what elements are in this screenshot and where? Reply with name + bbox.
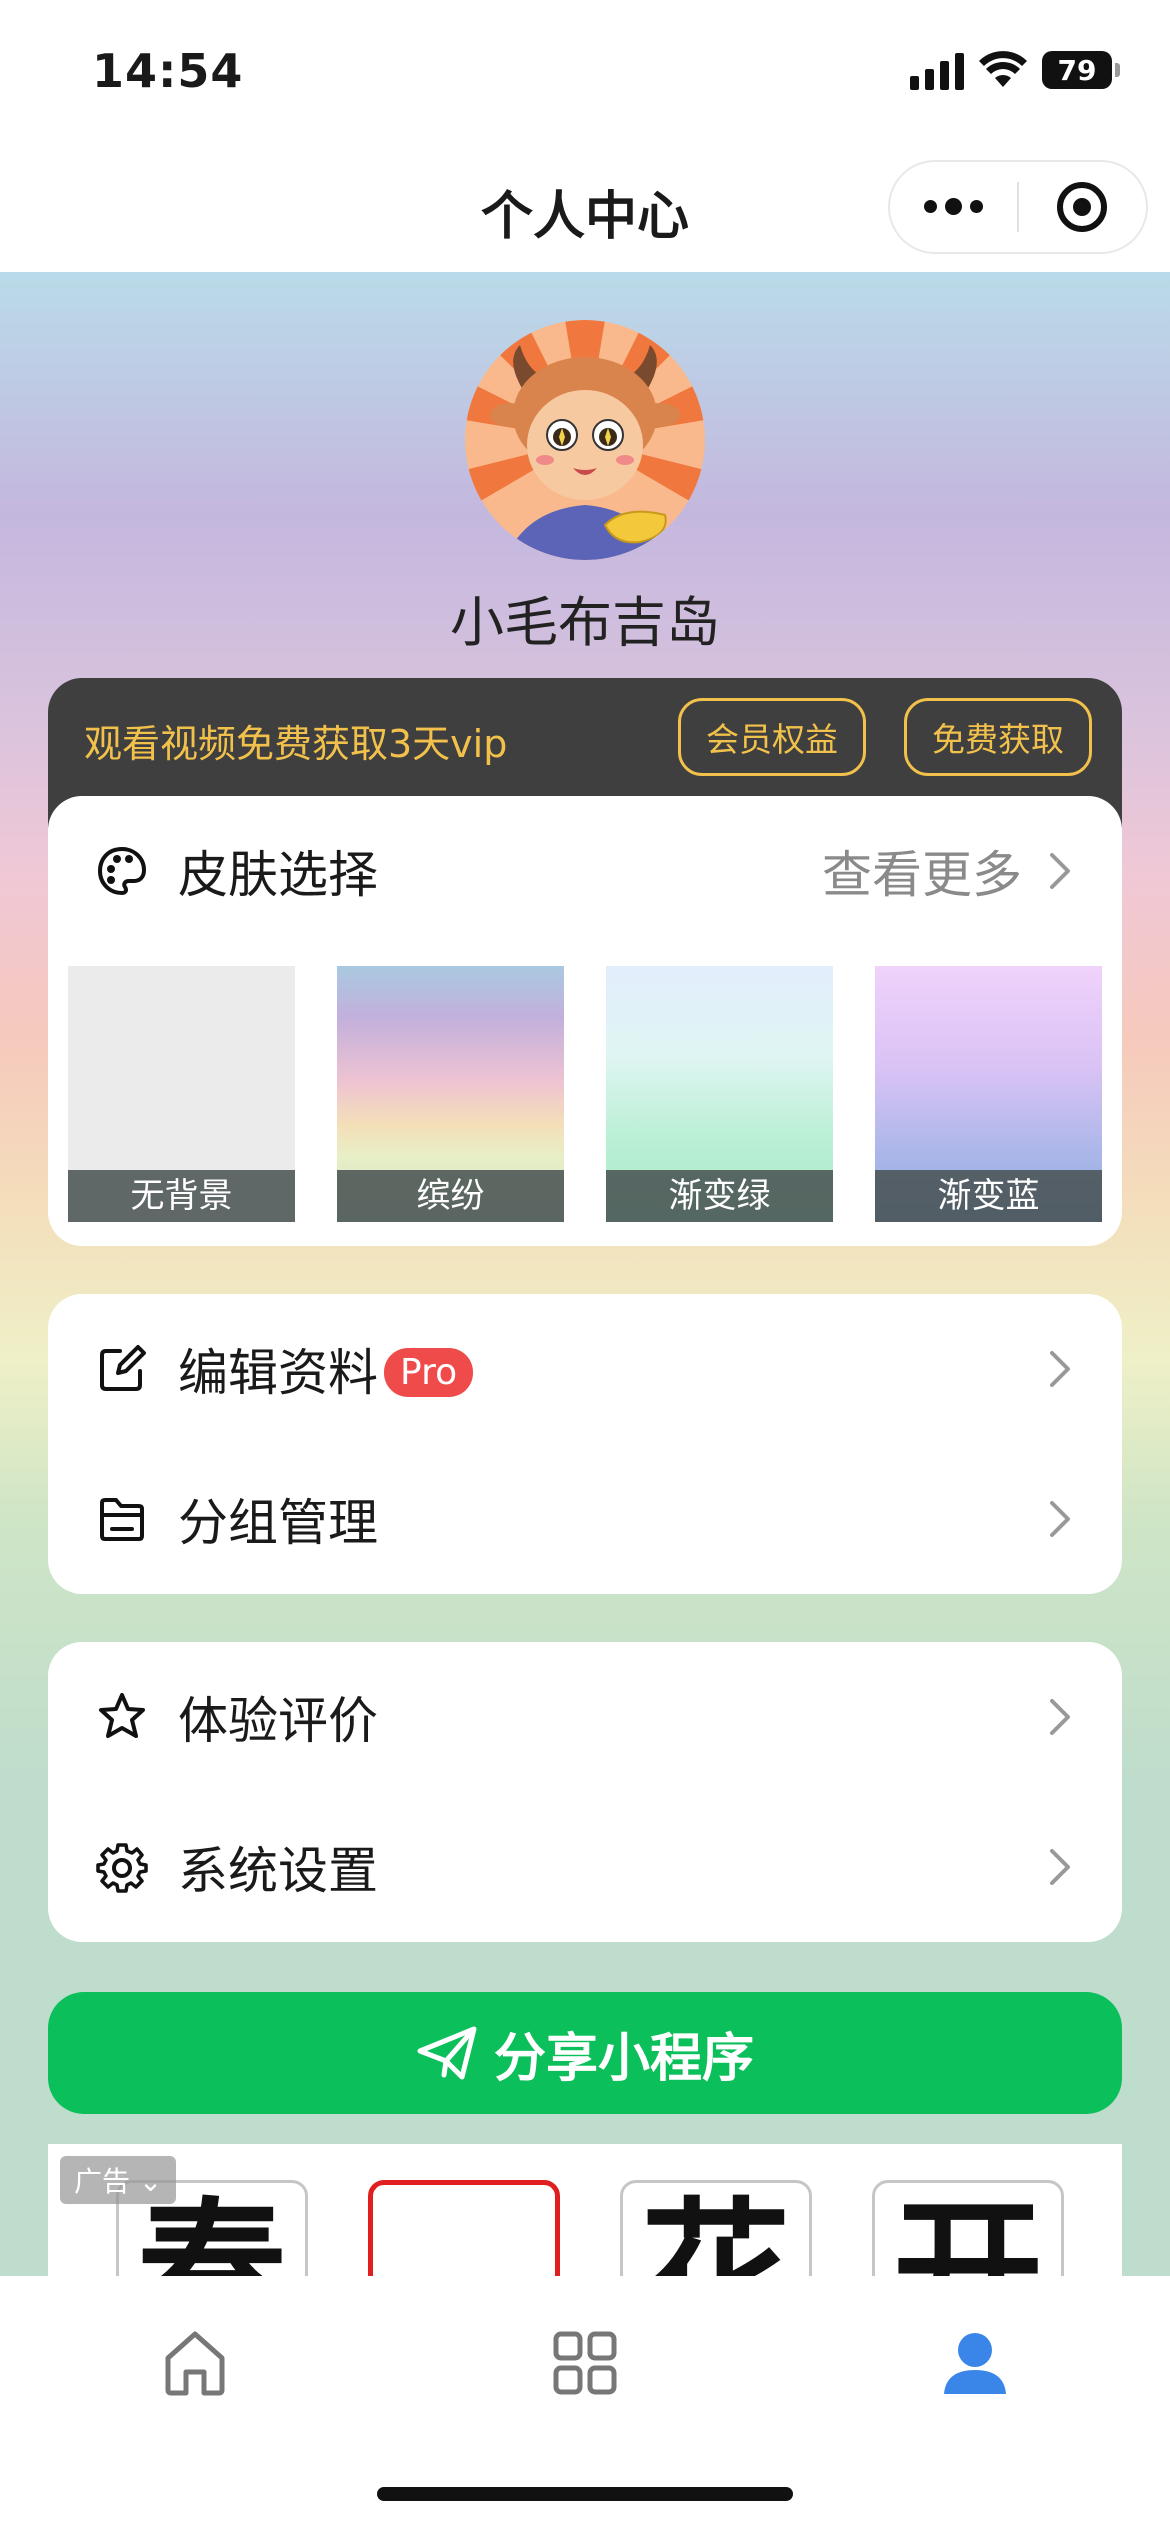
signal-icon: [910, 50, 964, 90]
skin-label: 无背景: [68, 1170, 295, 1222]
ad-tile-char: 开: [892, 2185, 1043, 2282]
status-time: 14:54: [92, 44, 244, 98]
miniprogram-capsule: [888, 160, 1148, 254]
battery-icon: 79: [1042, 51, 1120, 89]
chevron-right-icon: [1050, 853, 1070, 889]
menu-item-label: 编辑资料 Pro: [178, 1333, 474, 1405]
menu-item-label: 系统设置: [178, 1842, 378, 1900]
skin-option-gradient-blue[interactable]: 渐变蓝: [875, 966, 1102, 1222]
share-label: 分享小程序: [493, 2028, 754, 2089]
edit-profile-label: 编辑资料: [178, 1344, 378, 1402]
chevron-right-icon: [1050, 1849, 1070, 1885]
vip-promo-text: 观看视频免费获取3天vip: [84, 722, 508, 766]
skin-option-none[interactable]: 无背景: [68, 966, 295, 1222]
send-icon: [417, 2026, 477, 2080]
skin-header-row: 皮肤选择 查看更多: [48, 796, 1122, 946]
member-benefits-button[interactable]: 会员权益: [678, 698, 866, 776]
ad-tile[interactable]: 花: [620, 2180, 812, 2282]
ad-tile-selected[interactable]: [368, 2180, 560, 2282]
ad-tile[interactable]: 开: [872, 2180, 1064, 2282]
skin-card: 皮肤选择 查看更多 无背景 缤纷 渐变绿 渐变蓝: [48, 796, 1122, 1246]
skin-option-colorful[interactable]: 缤纷: [337, 966, 564, 1222]
grid-icon[interactable]: [550, 2328, 620, 2398]
menu-item-group-manage[interactable]: 分组管理: [48, 1444, 1122, 1594]
gear-icon: [96, 1843, 148, 1893]
home-indicator: [377, 2487, 793, 2501]
avatar[interactable]: [465, 320, 705, 560]
menu-card-system: 体验评价 系统设置: [48, 1642, 1122, 1942]
menu-item-settings[interactable]: 系统设置: [48, 1792, 1122, 1942]
pro-badge: Pro: [384, 1348, 474, 1397]
ad-tag-label: 广告: [74, 2165, 131, 2198]
status-bar: 14:54 79: [0, 0, 1170, 140]
share-miniprogram-button[interactable]: 分享小程序: [48, 1992, 1122, 2114]
page-background: [0, 272, 1170, 2282]
skin-label: 缤纷: [337, 1170, 564, 1222]
wifi-icon: [979, 51, 1027, 87]
menu-item-label: 分组管理: [178, 1494, 378, 1552]
palette-icon: [98, 847, 146, 895]
home-icon[interactable]: [160, 2328, 230, 2398]
star-icon: [99, 1693, 145, 1738]
menu-item-label: 体验评价: [178, 1692, 378, 1750]
folder-icon: [100, 1498, 144, 1541]
ad-banner[interactable]: 广告 ⌄ 春 花 开: [48, 2144, 1122, 2282]
skin-option-gradient-green[interactable]: 渐变绿: [606, 966, 833, 1222]
chevron-right-icon: [1050, 1699, 1070, 1735]
user-icon[interactable]: [940, 2328, 1010, 2398]
skin-label: 渐变绿: [606, 1170, 833, 1222]
see-more-link[interactable]: 查看更多: [822, 835, 1074, 907]
close-target-icon[interactable]: [1019, 180, 1146, 234]
menu-item-feedback[interactable]: 体验评价: [48, 1642, 1122, 1792]
username: 小毛布吉岛: [450, 591, 720, 654]
free-get-button[interactable]: 免费获取: [904, 698, 1092, 776]
skin-label: 渐变蓝: [875, 1170, 1102, 1222]
see-more-label: 查看更多: [822, 846, 1022, 904]
menu-card-profile: 编辑资料 Pro 分组管理: [48, 1294, 1122, 1594]
more-options-icon[interactable]: [890, 197, 1017, 215]
edit-icon: [100, 1345, 146, 1391]
chevron-right-icon: [1050, 1351, 1070, 1387]
skin-list: 无背景 缤纷 渐变绿 渐变蓝: [68, 966, 1102, 1222]
ad-tag[interactable]: 广告 ⌄: [60, 2156, 177, 2204]
ad-tile-char: 花: [640, 2185, 791, 2282]
menu-item-edit-profile[interactable]: 编辑资料 Pro: [48, 1294, 1122, 1444]
ad-tile-char: 春: [136, 2185, 287, 2282]
chevron-right-icon: [1050, 1501, 1070, 1537]
nav-bar: 个人中心: [0, 140, 1170, 272]
skin-section-title: 皮肤选择: [178, 846, 378, 904]
status-icons: 79: [910, 50, 1120, 90]
